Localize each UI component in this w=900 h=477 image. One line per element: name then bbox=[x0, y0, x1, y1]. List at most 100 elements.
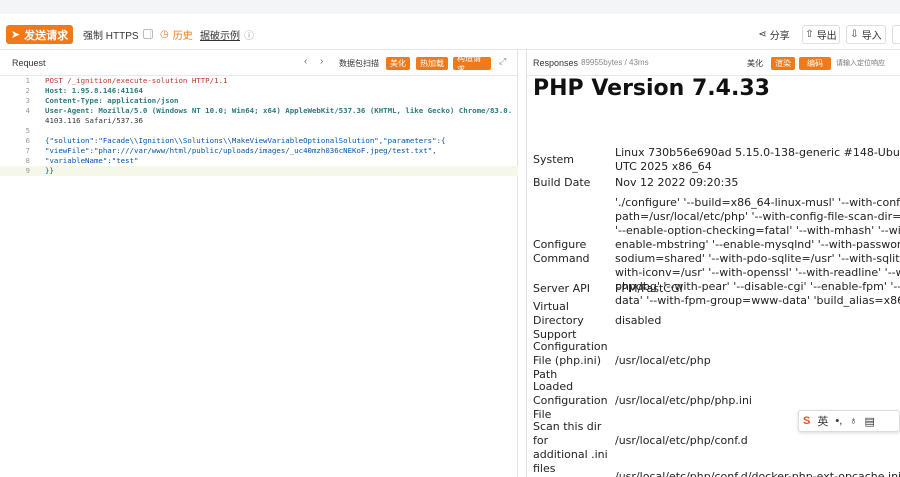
php-version-title: PHP Version 7.4.33 bbox=[533, 76, 770, 101]
code-text: POST /_ignition/execute-solution HTTP/1.… bbox=[45, 76, 228, 85]
code-line: 4 User-Agent: Mozilla/5.0 (Windows NT 10… bbox=[0, 106, 518, 116]
php-key-line: Configuration bbox=[533, 394, 608, 407]
line-number: 7 bbox=[25, 146, 30, 155]
line-number: 2 bbox=[25, 86, 30, 95]
request-editor[interactable]: 1 POST /_ignition/execute-solution HTTP/… bbox=[0, 76, 518, 477]
top-toolbar: ➤ 发送请求 强制 HTTPS ◷ 历史 据破示例 ⓘ ⋖ 分享 ⇧ 导出 ⇩ … bbox=[0, 0, 900, 50]
php-info-value: Nov 12 2022 09:20:35 bbox=[615, 176, 738, 190]
history-label: 历史 bbox=[172, 30, 193, 42]
php-info-value: disabled bbox=[615, 314, 661, 328]
php-value-line: /usr/local/etc/php/php.ini bbox=[615, 394, 752, 407]
code-text: Content-Type: application/json bbox=[45, 96, 179, 105]
php-key-line: Build Date bbox=[533, 176, 591, 189]
php-info-value: /usr/local/etc/php/php.ini bbox=[615, 394, 752, 408]
mic-icon[interactable]: ♁ bbox=[849, 415, 857, 427]
php-key-line: Command bbox=[533, 252, 590, 265]
beautify-tag[interactable]: 美化 bbox=[743, 57, 767, 70]
encoding-tag[interactable]: 编码 bbox=[799, 57, 831, 70]
php-info-key: Build Date bbox=[533, 176, 615, 190]
code-line: 6 {"solution":"Facade\\Ignition\\Solutio… bbox=[0, 136, 518, 146]
code-line: 5 bbox=[0, 126, 518, 136]
php-value-line: '--enable-option-checking=fatal' '--with… bbox=[615, 224, 900, 237]
code-text: "variableName":"test" bbox=[45, 156, 139, 165]
import-button[interactable]: ⇩ 导入 bbox=[846, 25, 886, 44]
code-line: 8 "variableName":"test" bbox=[0, 156, 518, 166]
more-button[interactable] bbox=[892, 25, 900, 44]
php-value-line: /usr/local/etc/php/conf.d bbox=[615, 434, 748, 447]
beautify-tag[interactable]: 美化 bbox=[386, 57, 410, 70]
ime-toolbar[interactable]: S 英 •, ♁ ▤ bbox=[798, 410, 900, 432]
info-icon: ⓘ bbox=[244, 30, 254, 42]
php-value-line: disabled bbox=[615, 314, 662, 327]
code-line: 1 POST /_ignition/execute-solution HTTP/… bbox=[0, 76, 518, 86]
php-value-line: FPM/FastCGI bbox=[615, 282, 683, 295]
php-value-line: with-iconv=/usr' '--with-openssl' '--wit… bbox=[615, 266, 900, 279]
render-tag[interactable]: 渲染 bbox=[771, 57, 795, 70]
php-value-line: sodium=shared' '--with-pdo-sqlite=/usr' … bbox=[615, 252, 900, 265]
code-text: {"solution":"Facade\\Ignition\\Solutions… bbox=[45, 136, 446, 145]
line-number: 6 bbox=[25, 136, 30, 145]
chevron-right-icon[interactable]: › bbox=[320, 56, 323, 67]
php-info-value: FPM/FastCGI bbox=[615, 282, 683, 296]
share-button[interactable]: ⋖ 分享 bbox=[754, 25, 794, 44]
php-info-value: /usr/local/etc/php/conf.d/docker-php-ext… bbox=[615, 470, 900, 477]
send-label: 发送请求 bbox=[24, 29, 69, 42]
export-label: 导出 bbox=[816, 31, 837, 42]
php-value-line: /usr/local/etc/php bbox=[615, 354, 711, 367]
example-link[interactable]: 据破示例 ⓘ bbox=[200, 26, 254, 42]
expand-icon[interactable]: ⤢ bbox=[499, 56, 506, 67]
php-info-key: Scan this dir for additional .ini files bbox=[533, 420, 615, 476]
share-label: 分享 bbox=[769, 31, 790, 42]
line-number: 5 bbox=[25, 126, 30, 135]
code-text: Host: 1.95.8.146:41164 bbox=[45, 86, 143, 95]
php-info-key: Configure Command bbox=[533, 238, 615, 266]
force-https-toggle[interactable]: 强制 HTTPS bbox=[83, 26, 153, 42]
history-button[interactable]: ◷ 历史 bbox=[160, 26, 193, 42]
php-info-key: Configuration File (php.ini) Path bbox=[533, 340, 615, 382]
response-title: Responses bbox=[533, 58, 579, 68]
php-info-key: System bbox=[533, 153, 615, 167]
php-value-line: /usr/local/etc/php/conf.d/docker-php-ext… bbox=[615, 470, 900, 477]
request-title: Request bbox=[12, 58, 46, 68]
response-search-input[interactable] bbox=[836, 57, 900, 70]
build-request-tag[interactable]: 构造请求 bbox=[453, 54, 491, 74]
line-number: 1 bbox=[25, 76, 30, 85]
line-number: 3 bbox=[25, 96, 30, 105]
share-icon: ⋖ bbox=[758, 29, 767, 40]
export-icon: ⇧ bbox=[805, 29, 814, 40]
php-info-value: Linux 730b56e690ad 5.15.0-138-generic #1… bbox=[615, 146, 900, 174]
php-key-line: File (php.ini) bbox=[533, 354, 602, 367]
ime-lang[interactable]: 英 bbox=[817, 413, 828, 429]
ime-logo: S bbox=[803, 415, 811, 427]
code-line-active: 9 }} bbox=[0, 166, 518, 176]
php-key-line: files bbox=[533, 462, 556, 475]
php-value-line: Nov 12 2022 09:20:35 bbox=[615, 176, 739, 189]
php-value-line: enable-mbstring' '--enable-mysqlnd' '--w… bbox=[615, 238, 900, 251]
import-label: 导入 bbox=[861, 31, 882, 42]
php-key-line: Configure bbox=[533, 238, 587, 251]
php-key-line: Directory bbox=[533, 314, 584, 327]
keyboard-icon[interactable]: ▤ bbox=[865, 415, 875, 428]
clock-icon: ◷ bbox=[160, 28, 169, 40]
php-key-line: additional .ini bbox=[533, 448, 608, 461]
php-info-key: Server API bbox=[533, 282, 615, 296]
send-request-button[interactable]: ➤ 发送请求 bbox=[6, 25, 73, 44]
php-key-line: Server API bbox=[533, 282, 590, 295]
packet-scan-label[interactable]: 数据包扫描 bbox=[339, 58, 379, 69]
php-value-line: UTC 2025 x86_64 bbox=[615, 160, 712, 173]
request-panel: Request ‹ › 数据包扫描 美化 热加载 构造请求 ⤢ 1 POST /… bbox=[0, 50, 518, 477]
code-text: "viewFile":"phar:///var/www/html/public/… bbox=[45, 146, 437, 155]
php-value-line: Linux 730b56e690ad 5.15.0-138-generic #1… bbox=[615, 146, 900, 159]
line-number: 8 bbox=[25, 156, 30, 165]
php-info-value: /usr/local/etc/php bbox=[615, 354, 711, 368]
chevron-left-icon[interactable]: ‹ bbox=[304, 56, 307, 67]
https-checkbox[interactable] bbox=[142, 29, 153, 39]
php-value-line: data' '--with-fpm-group=www-data' 'build… bbox=[615, 294, 900, 307]
export-button[interactable]: ⇧ 导出 bbox=[802, 25, 840, 44]
hot-reload-tag[interactable]: 热加载 bbox=[416, 57, 448, 70]
response-meta: 89955bytes / 43ms bbox=[581, 58, 649, 67]
example-label: 据破示例 bbox=[200, 30, 240, 42]
punctuation-icon[interactable]: •, bbox=[835, 415, 842, 427]
top-strip bbox=[0, 0, 900, 14]
php-key-line: Virtual bbox=[533, 300, 569, 313]
